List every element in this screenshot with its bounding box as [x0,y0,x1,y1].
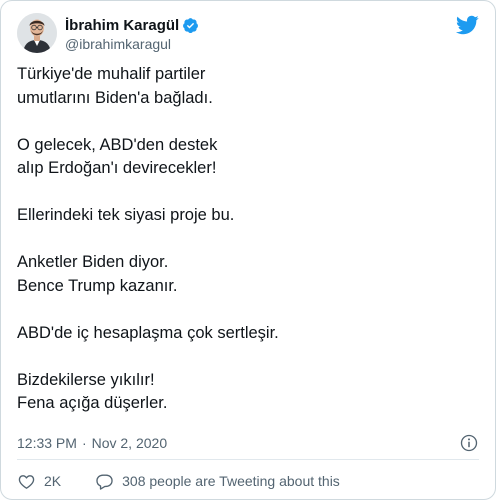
tweet-paragraph: O gelecek, ABD'den destek alıp Erdoğan'ı… [17,134,479,181]
like-count: 2K [44,473,62,489]
tweet-actions: 2K 308 people are Tweeting about this [17,470,479,492]
tweet-line: ABD'de iç hesaplaşma çok sertleşir. [17,323,279,342]
author-names: İbrahim Karagül @ibrahimkaragul [65,15,199,52]
conversation-link[interactable]: 308 people are Tweeting about this [95,472,340,491]
info-icon[interactable] [459,433,479,453]
twitter-bird-icon[interactable] [455,13,479,37]
heart-icon [18,474,35,489]
tweet-card: İbrahim Karagül @ibrahimkaragul Türkiye'… [0,0,496,500]
author-handle[interactable]: @ibrahimkaragul [65,36,199,52]
tweet-paragraph: Anketler Biden diyor. Bence Trump kazanı… [17,251,479,298]
avatar-portrait [17,13,57,53]
tweet-line: O gelecek, ABD'den destek [17,135,218,154]
tweet-line: Bizdekilerse yıkılır! [17,370,155,389]
timestamp-separator: · [81,435,87,451]
tweet-line: alıp Erdoğan'ı devirecekler! [17,159,217,177]
tweet-timestamp[interactable]: 12:33 PM · Nov 2, 2020 [17,432,479,454]
tweet-paragraph: Türkiye'de muhalif partiler umutlarını B… [17,63,479,110]
tweet-header: İbrahim Karagül @ibrahimkaragul [17,13,479,57]
speech-bubble-icon [96,473,113,490]
tweet-line: Fena açığa düşerler. [17,394,168,412]
display-name[interactable]: İbrahim Karagül [65,17,179,34]
tweet-time: 12:33 PM [17,435,77,451]
tweet-date: Nov 2, 2020 [91,435,168,451]
tweet-paragraph: ABD'de iç hesaplaşma çok sertleşir. [17,322,479,346]
display-name-row: İbrahim Karagül [65,15,199,35]
like-button[interactable]: 2K [17,472,61,491]
divider [17,459,479,460]
tweet-line: umutlarını Biden'a bağladı. [17,88,213,107]
tweet-line: Türkiye'de muhalif partiler [17,65,206,83]
tweet-paragraph: Bizdekilerse yıkılır! Fena açığa düşerle… [17,369,479,416]
tweet-paragraph: Ellerindeki tek siyasi proje bu. [17,204,479,228]
tweet-line: Ellerindeki tek siyasi proje bu. [17,206,235,224]
conversation-label: 308 people are Tweeting about this [122,473,340,489]
tweet-line: Bence Trump kazanır. [17,276,178,295]
verified-badge-icon [182,17,199,34]
tweet-line: Anketler Biden diyor. [17,253,169,271]
tweet-text: Türkiye'de muhalif partiler umutlarını B… [17,63,479,439]
avatar[interactable] [17,13,57,53]
